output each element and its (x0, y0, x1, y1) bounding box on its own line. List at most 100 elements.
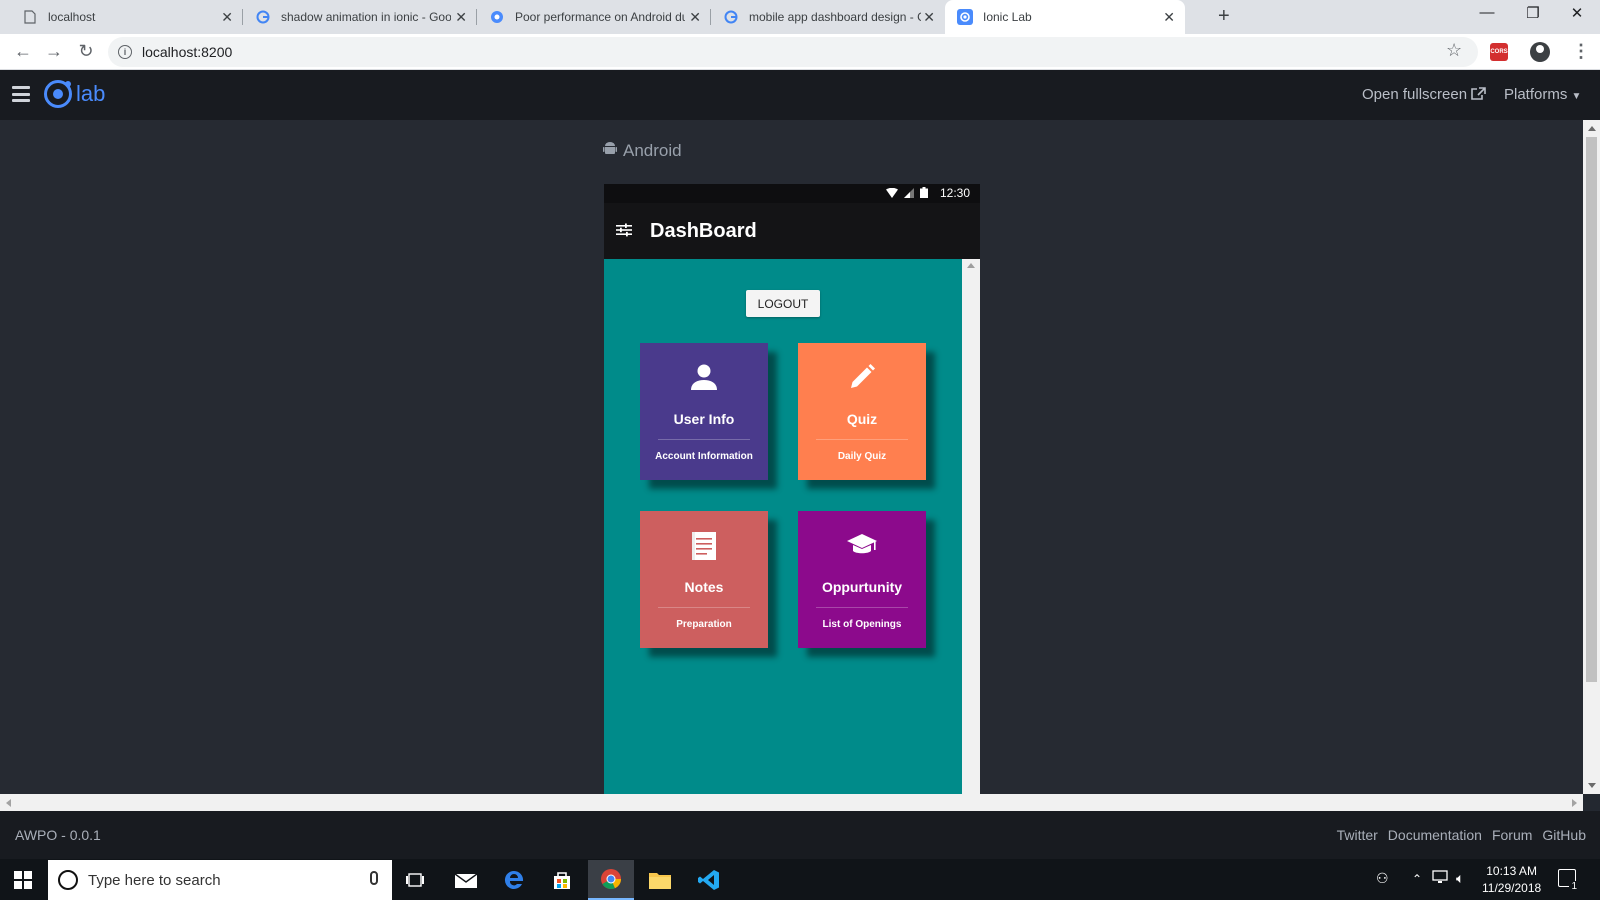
reload-icon[interactable]: ↻ (75, 41, 97, 62)
tile-subtitle: Account Information (655, 451, 753, 462)
tab-shadow-animation[interactable]: shadow animation in ionic - Goo ✕ (243, 0, 477, 34)
device-status-bar: 12:30 (604, 184, 980, 203)
page-icon (22, 9, 38, 25)
more-menu-icon[interactable]: ⋮ (1572, 41, 1590, 62)
chrome-icon[interactable] (588, 860, 634, 900)
battery-icon (920, 187, 928, 201)
search-placeholder: Type here to search (88, 871, 221, 889)
tab-poor-performance[interactable]: Poor performance on Android du ✕ (477, 0, 711, 34)
tile-divider (658, 439, 750, 440)
close-icon[interactable]: ✕ (689, 9, 701, 25)
network-icon[interactable] (1432, 870, 1450, 887)
tile-quiz[interactable]: Quiz Daily Quiz (798, 343, 926, 480)
open-fullscreen-link[interactable]: Open fullscreen (1362, 86, 1487, 103)
google-icon (255, 9, 271, 25)
task-view-icon[interactable] (392, 860, 438, 900)
file-explorer-icon[interactable] (637, 860, 683, 900)
tile-subtitle: Daily Quiz (837, 451, 887, 462)
back-icon[interactable]: ← (12, 41, 34, 62)
close-icon[interactable]: ✕ (455, 9, 467, 25)
device-preview: 12:30 DashBoard LOGOUT User Info Account… (604, 184, 980, 794)
info-icon[interactable]: i (118, 45, 132, 59)
windows-start-icon[interactable] (14, 871, 32, 889)
android-icon (603, 141, 617, 161)
tile-title: User Info (673, 411, 735, 427)
tab-label: Poor performance on Android du (515, 10, 685, 24)
notification-count: 1 (1569, 881, 1579, 892)
scroll-right-icon[interactable] (1572, 799, 1577, 807)
chevron-up-icon[interactable]: ⌃ (1412, 872, 1422, 886)
volume-muted-icon[interactable]: 🔈︎ (1456, 870, 1464, 887)
forward-icon[interactable]: → (43, 41, 65, 62)
scroll-left-icon[interactable] (6, 799, 11, 807)
bookmark-star-icon[interactable]: ☆ (1446, 40, 1462, 61)
platform-name: Android (623, 141, 682, 160)
ionic-icon (957, 9, 973, 25)
minimize-icon[interactable]: — (1464, 4, 1510, 21)
address-bar[interactable]: i localhost:8200 (108, 37, 1478, 67)
people-icon[interactable]: ⚇ (1376, 870, 1389, 887)
footer-link-twitter[interactable]: Twitter (1337, 827, 1378, 843)
tab-ionic-lab[interactable]: Ionic Lab ✕ (945, 0, 1185, 34)
tab-label: Ionic Lab (983, 10, 1032, 24)
tile-title: Oppurtunity (821, 579, 903, 595)
mail-icon[interactable] (443, 860, 489, 900)
options-menu-icon[interactable] (616, 222, 632, 238)
tile-divider (816, 439, 908, 440)
page-horizontal-scrollbar[interactable] (0, 794, 1583, 811)
pencil-icon (798, 363, 926, 395)
lab-header: lab Open fullscreen Platforms ▼ (0, 70, 1600, 120)
taskbar-search[interactable]: Type here to search (48, 860, 392, 900)
tile-divider (816, 607, 908, 608)
tab-label: mobile app dashboard design - G (749, 10, 921, 24)
tab-localhost[interactable]: localhost ✕ (0, 0, 243, 34)
microphone-icon[interactable] (370, 871, 378, 885)
system-clock[interactable]: 10:13 AM 11/29/2018 (1482, 863, 1541, 897)
tab-label: shadow animation in ionic - Goo (281, 10, 451, 24)
window-close-icon[interactable]: ✕ (1554, 4, 1600, 22)
scroll-up-icon[interactable] (967, 263, 975, 268)
vscode-icon[interactable] (686, 860, 732, 900)
notification-center-icon[interactable]: 1 (1558, 869, 1579, 892)
close-icon[interactable]: ✕ (221, 9, 233, 25)
wifi-icon (886, 187, 898, 201)
browser-toolbar: ← → ↻ i localhost:8200 ☆ CORS ⋮ (0, 34, 1600, 70)
graduation-cap-icon (798, 531, 926, 563)
clock-date: 11/29/2018 (1482, 881, 1542, 895)
tile-oppurtunity[interactable]: Oppurtunity List of Openings (798, 511, 926, 648)
cors-extension-icon[interactable]: CORS (1490, 43, 1508, 61)
tile-user-info[interactable]: User Info Account Information (640, 343, 768, 480)
scrollbar-thumb[interactable] (1586, 137, 1597, 682)
footer-links: Twitter Documentation Forum GitHub (1337, 827, 1586, 843)
close-icon[interactable]: ✕ (1163, 9, 1175, 25)
store-icon[interactable] (539, 860, 585, 900)
google-icon (723, 9, 739, 25)
profile-avatar-icon[interactable] (1530, 42, 1550, 62)
scroll-up-icon[interactable] (1588, 126, 1596, 131)
tile-title: Notes (684, 579, 724, 595)
edge-browser-icon[interactable] (491, 860, 537, 900)
hamburger-menu-icon[interactable] (12, 86, 30, 102)
platforms-dropdown[interactable]: Platforms ▼ (1504, 86, 1581, 103)
ionic-logo-icon (44, 80, 72, 108)
footer-link-github[interactable]: GitHub (1542, 827, 1586, 843)
close-icon[interactable]: ✕ (923, 9, 935, 25)
ionic-lab-logo: lab (44, 80, 105, 108)
platform-label: Android (603, 141, 682, 161)
status-icons (886, 187, 928, 201)
tile-notes[interactable]: Notes Preparation (640, 511, 768, 648)
lab-logo-text: lab (76, 81, 106, 106)
footer-link-forum[interactable]: Forum (1492, 827, 1532, 843)
open-fullscreen-label: Open fullscreen (1362, 86, 1468, 103)
device-scrollbar[interactable] (962, 259, 980, 794)
tile-subtitle: Preparation (676, 619, 732, 630)
page-vertical-scrollbar[interactable] (1583, 120, 1600, 794)
restore-icon[interactable]: ❐ (1510, 4, 1556, 22)
footer-link-documentation[interactable]: Documentation (1388, 827, 1482, 843)
logout-button[interactable]: LOGOUT (746, 290, 820, 317)
notes-icon (640, 531, 768, 563)
tab-dashboard-design[interactable]: mobile app dashboard design - G ✕ (711, 0, 945, 34)
new-tab-icon[interactable]: + (1218, 5, 1230, 28)
external-link-icon (1471, 86, 1487, 103)
scroll-down-icon[interactable] (1588, 783, 1596, 788)
